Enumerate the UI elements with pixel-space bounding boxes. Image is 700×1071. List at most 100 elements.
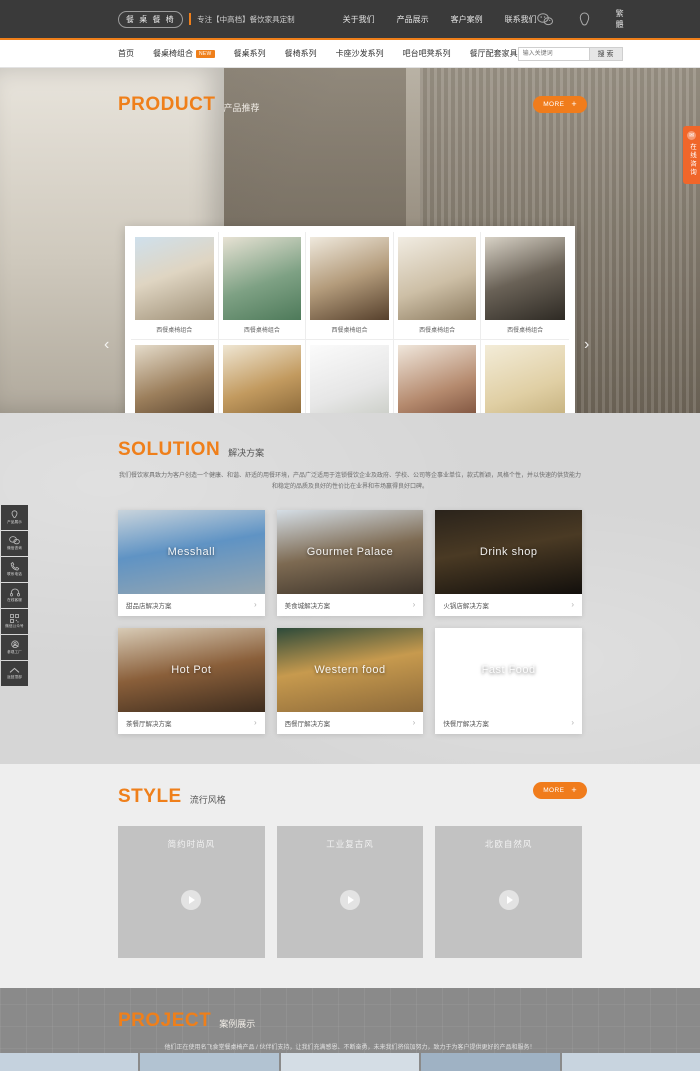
product-card[interactable]: 西餐桌椅组合 <box>306 232 394 340</box>
style-card[interactable]: 工业复古风 <box>276 825 424 958</box>
product-hero-section: PRODUCT 产品推荐 MORE + ‹ › 西餐桌椅组合 西餐桌椅组合 西餐… <box>0 68 700 413</box>
solution-section: SOLUTION 解决方案 我们餐饮家具致力为客户创造一个健康、和谐、舒适的用餐… <box>0 413 700 764</box>
subnav-item-tables[interactable]: 餐桌系列 <box>234 48 266 59</box>
top-header-bar: 餐 桌 餐 椅 专注【中高档】餐饮家具定制 关于我们 产品展示 客户案例 联系我… <box>0 0 700 40</box>
nav-item-about[interactable]: 关于我们 <box>343 14 375 25</box>
qrcode-icon <box>10 614 19 623</box>
style-title-en: STYLE <box>118 785 182 807</box>
sidebar-label: 联系电话 <box>7 572 22 576</box>
product-card[interactable]: 西餐桌椅组合 <box>306 340 394 413</box>
play-button[interactable] <box>339 889 360 910</box>
play-button[interactable] <box>181 889 202 910</box>
subnav-item-booth-sofa[interactable]: 卡座沙发系列 <box>336 48 384 59</box>
header-utilities: 繁體 <box>536 8 624 30</box>
style-card[interactable]: 简约时尚风 <box>118 825 265 958</box>
solution-card-label: 西餐厅解决方案 <box>284 720 331 728</box>
play-button[interactable] <box>498 889 519 910</box>
solution-card-footer: 快餐厅解决方案 › <box>435 712 582 734</box>
style-title-cn: 流行风格 <box>189 794 226 805</box>
product-card[interactable]: 西餐桌椅组合 <box>394 340 482 413</box>
solution-card-footer: 西餐厅解决方案 › <box>277 712 424 734</box>
sidebar-item-wechat[interactable]: 微信咨询 <box>1 531 28 556</box>
solution-thumbnail: Western food <box>276 627 424 712</box>
search-button[interactable]: 搜 索 <box>589 46 623 61</box>
product-caption: 西餐桌椅组合 <box>156 328 193 334</box>
chevron-right-icon: › <box>571 718 574 728</box>
more-label: MORE <box>543 786 565 794</box>
solution-card[interactable]: Fast Food 快餐厅解决方案 › <box>435 627 582 734</box>
solution-card-label: 茶餐厅解决方案 <box>126 720 172 728</box>
subnav-label: 吧台吧凳系列 <box>402 49 451 58</box>
sidebar-item-qrcode[interactable]: 微信公众号 <box>1 609 28 634</box>
search-input[interactable] <box>517 46 590 61</box>
product-thumbnail <box>310 237 389 320</box>
subnav-label: 卡座沙发系列 <box>335 49 384 58</box>
solution-card-footer: 茶餐厅解决方案 › <box>118 712 265 734</box>
site-logo[interactable]: 餐 桌 餐 椅 专注【中高档】餐饮家具定制 <box>118 10 295 28</box>
sidebar-item-factory[interactable]: 参观工厂 <box>1 635 28 660</box>
project-description: 他们正在使用名飞食堂餐桌椅产品 / 伙伴们支持，让我们充满感恩、不断奋勇，未来我… <box>164 1044 536 1051</box>
project-title-en: PROJECT <box>118 1009 212 1031</box>
product-card[interactable]: 西餐桌椅组合 <box>131 232 219 340</box>
sidebar-item-products[interactable]: 产品展示 <box>1 505 28 530</box>
nav-item-products[interactable]: 产品展示 <box>397 14 429 25</box>
subnav-item-chairs[interactable]: 餐椅系列 <box>285 48 317 59</box>
chevron-right-icon: › <box>571 600 574 610</box>
style-section: STYLE 流行风格 MORE + 简约时尚风 工业复古风 北欧自然风 <box>0 763 700 988</box>
phone-icon[interactable] <box>579 12 590 26</box>
subnav-item-table-chair-set[interactable]: 餐桌椅组合 NEW <box>153 48 215 59</box>
solution-card[interactable]: Gourmet Palace 美食城解决方案 › <box>276 509 424 616</box>
sidebar-item-back-to-top[interactable]: 返回顶部 <box>1 661 28 686</box>
product-card[interactable]: 西餐桌椅组合 <box>131 340 219 413</box>
product-card[interactable]: 西餐桌椅组合 <box>218 232 307 340</box>
online-consult-label: 在线咨询 <box>688 143 696 177</box>
nav-item-cases[interactable]: 客户案例 <box>451 14 483 25</box>
project-thumbnail[interactable] <box>421 1052 560 1071</box>
solution-card-grid: Messhall 甜品店解决方案 › Gourmet Palace 美食城解决方… <box>118 509 582 734</box>
language-switch[interactable]: 繁體 <box>616 8 624 30</box>
product-thumbnail <box>485 237 565 320</box>
product-more-button[interactable]: MORE + <box>533 96 587 113</box>
solution-thumbnail: Hot Pot <box>118 627 265 712</box>
nav-item-contact[interactable]: 联系我们 <box>505 14 537 25</box>
sidebar-label: 参观工厂 <box>7 650 22 654</box>
sidebar-item-phone[interactable]: 联系电话 <box>1 557 28 582</box>
solution-title-cn: 解决方案 <box>228 448 265 458</box>
product-card[interactable]: 西餐桌椅组合 <box>219 340 307 413</box>
headset-icon <box>9 588 20 597</box>
project-thumbnail[interactable] <box>140 1052 279 1071</box>
solution-card[interactable]: Drink shop 火锅店解决方案 › <box>435 509 582 616</box>
online-consult-tab[interactable]: ✉ 在线咨询 <box>683 126 700 184</box>
solution-card[interactable]: Hot Pot 茶餐厅解决方案 › <box>118 627 265 734</box>
project-thumbnail[interactable] <box>280 1052 420 1071</box>
chevron-right-icon: › <box>412 600 416 610</box>
chevron-right-icon: › <box>253 600 257 610</box>
subnav-item-home[interactable]: 首页 <box>118 48 134 59</box>
project-thumbnail[interactable] <box>561 1052 700 1071</box>
product-caption: 西餐桌椅组合 <box>331 328 368 334</box>
product-section-heading: PRODUCT 产品推荐 <box>118 68 700 116</box>
project-thumbnail[interactable] <box>0 1052 139 1071</box>
style-card[interactable]: 北欧自然风 <box>435 825 582 958</box>
solution-thumbnail: Fast Food <box>435 628 582 712</box>
play-icon <box>189 895 196 904</box>
product-card[interactable]: 西餐桌椅组合 <box>481 340 569 413</box>
solution-card[interactable]: Messhall 甜品店解决方案 › <box>118 509 265 616</box>
subnav-item-bar-stools[interactable]: 吧台吧凳系列 <box>403 48 451 59</box>
chevron-right-icon: › <box>253 718 257 728</box>
chat-icon <box>9 536 20 545</box>
style-card-grid: 简约时尚风 工业复古风 北欧自然风 <box>118 825 582 958</box>
product-card[interactable]: 西餐桌椅组合 <box>481 232 569 340</box>
wechat-icon[interactable] <box>536 12 553 26</box>
carousel-next-arrow[interactable]: › <box>584 336 589 354</box>
sidebar-item-service[interactable]: 在线客服 <box>1 583 28 608</box>
solution-card-footer: 火锅店解决方案 › <box>435 594 582 616</box>
solution-overlay-text: Fast Food <box>481 663 536 676</box>
style-more-button[interactable]: MORE + <box>533 781 587 799</box>
product-card[interactable]: 西餐桌椅组合 <box>393 232 482 340</box>
subnav-item-restaurant-furniture[interactable]: 餐厅配套家具 <box>470 48 518 59</box>
solution-card[interactable]: Western food 西餐厅解决方案 › <box>276 627 424 734</box>
solution-description: 我们餐饮家具致力为客户创造一个健康、和谐、舒适的用餐环境，产品广泛适用于连锁餐饮… <box>118 473 581 491</box>
carousel-prev-arrow[interactable]: ‹ <box>104 336 109 354</box>
plus-icon: + <box>571 784 577 795</box>
